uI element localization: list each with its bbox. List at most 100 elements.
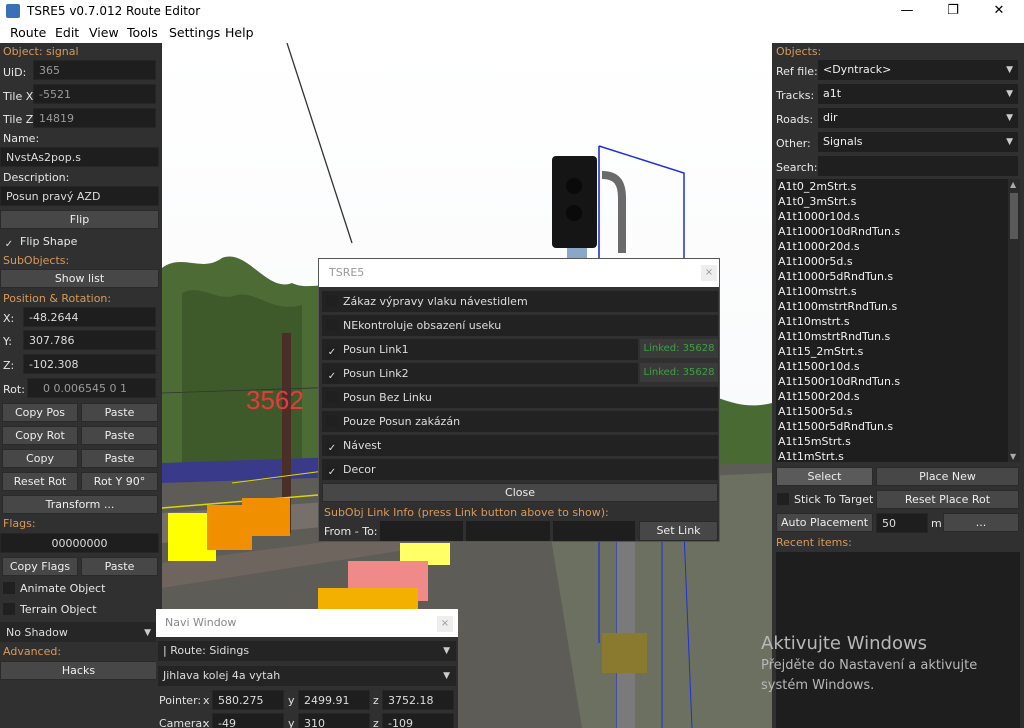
link2-button[interactable]: Linked: 35628 <box>640 363 718 382</box>
signal-flag-row[interactable]: ✓ Návest <box>322 435 718 456</box>
flip-shape-checkbox[interactable]: ✓ Flip Shape <box>3 235 78 251</box>
signal-flag-row[interactable]: ✓ Decor <box>322 459 718 480</box>
uid-field[interactable]: 365 <box>33 60 156 80</box>
transform-button[interactable]: Transform ... <box>2 495 158 514</box>
scroll-down-icon[interactable]: ▼ <box>1010 452 1016 461</box>
from-field[interactable] <box>380 521 463 541</box>
track-select[interactable]: Jihlava kolej 4a vytah ▼ <box>158 666 456 686</box>
list-item[interactable]: A1t1500r5d.s <box>778 405 853 418</box>
position-z-field[interactable]: -102.308 <box>23 354 156 374</box>
checkbox-icon: ✓ <box>326 443 338 455</box>
roads-select[interactable]: dir ▼ <box>818 108 1018 128</box>
copy-pos-rot-button[interactable]: Copy Pos+Rot <box>2 449 78 483</box>
tilex-field[interactable]: -5521 <box>33 84 156 104</box>
pointer-z-field[interactable]: 3752.18 <box>382 690 454 710</box>
copy-rot-button[interactable]: Copy Rot <box>2 426 78 445</box>
description-field[interactable]: Posun pravý AZD <box>0 186 159 206</box>
reset-place-rot-button[interactable]: Reset Place Rot <box>876 490 1019 509</box>
select-button[interactable]: Select <box>776 467 873 486</box>
auto-placement-distance[interactable]: 50 <box>876 513 928 533</box>
signal-flag-row[interactable]: Pouze Posun zakázán <box>322 411 718 432</box>
menu-tools[interactable]: Tools <box>127 25 158 40</box>
position-x-field[interactable]: -48.2644 <box>23 307 156 327</box>
signal-flag-row[interactable]: Zákaz výpravy vlaku návestidlem <box>322 291 718 312</box>
menu-view[interactable]: View <box>89 25 119 40</box>
link1-button[interactable]: Linked: 35628 <box>640 339 718 358</box>
list-item[interactable]: A1t0_3mStrt.s <box>778 195 856 208</box>
rot-y-90-button[interactable]: Rot Y 90° <box>81 472 158 491</box>
tilez-field[interactable]: 14819 <box>33 108 156 128</box>
name-field[interactable]: NvstAs2pop.s <box>0 147 159 167</box>
list-scrollbar[interactable]: ▲ ▼ <box>1008 179 1020 462</box>
reset-rot-button[interactable]: Reset Rot <box>2 472 78 491</box>
copy-flags-button[interactable]: Copy Flags <box>2 557 78 576</box>
list-item[interactable]: A1t1500r10d.s <box>778 360 860 373</box>
terrain-object-checkbox[interactable]: Terrain Object <box>3 603 97 616</box>
check-icon: ✓ <box>4 239 14 250</box>
object-list[interactable]: A1t0_2mStrt.s A1t0_3mStrt.s A1t1000r10d.… <box>776 179 1020 462</box>
search-input[interactable] <box>818 156 1018 176</box>
paste-flags-button[interactable]: Paste <box>81 557 158 576</box>
maximize-button[interactable]: ❐ <box>930 0 976 23</box>
to-field[interactable] <box>466 521 550 541</box>
scroll-thumb[interactable] <box>1010 193 1018 239</box>
menu-route[interactable]: Route <box>10 25 46 40</box>
shadow-select[interactable]: No Shadow ▼ <box>0 622 157 642</box>
place-new-button[interactable]: Place New <box>876 467 1019 486</box>
signal-flag-row[interactable]: Posun Bez Linku <box>322 387 718 408</box>
rotation-field[interactable]: 0 0.006545 0 1 <box>27 378 156 398</box>
signal-flag-row[interactable]: NEkontroluje obsazení useku <box>322 315 718 336</box>
signal-flag-row[interactable]: ✓ Posun Link1 <box>322 339 638 360</box>
other-select[interactable]: Signals ▼ <box>818 132 1018 152</box>
list-item[interactable]: A1t15_2mStrt.s <box>778 345 863 358</box>
auto-placement-button[interactable]: Auto Placement <box>776 513 873 532</box>
show-list-button[interactable]: Show list <box>0 269 159 288</box>
link-field[interactable] <box>553 521 635 541</box>
flip-button[interactable]: Flip <box>0 210 159 229</box>
more-options-button[interactable]: ... <box>943 513 1019 532</box>
ref-file-select[interactable]: <Dyntrack> ▼ <box>818 60 1018 80</box>
list-item[interactable]: A1t1000r20d.s <box>778 240 860 253</box>
menu-help[interactable]: Help <box>225 25 254 40</box>
signal-flag-row[interactable]: ✓ Posun Link2 <box>322 363 638 384</box>
list-item[interactable]: A1t1000r5dRndTun.s <box>778 270 893 283</box>
list-item[interactable]: A1t15mStrt.s <box>778 435 851 448</box>
list-item[interactable]: A1t1000r10d.s <box>778 210 860 223</box>
dialog-close-button[interactable]: Close <box>322 483 718 502</box>
list-item[interactable]: A1t100mstrtRndTun.s <box>778 300 897 313</box>
menu-settings[interactable]: Settings <box>169 25 220 40</box>
stick-to-target-checkbox[interactable]: Stick To Target <box>777 493 873 506</box>
tracks-select[interactable]: a1t ▼ <box>818 84 1018 104</box>
flags-field[interactable]: 00000000 <box>0 533 159 553</box>
copy-pos-button[interactable]: Copy Pos <box>2 403 78 422</box>
position-y-field[interactable]: 307.786 <box>23 330 156 350</box>
route-select[interactable]: | Route: Sidings ▼ <box>158 641 456 661</box>
list-item[interactable]: A1t0_2mStrt.s <box>778 180 856 193</box>
menu-edit[interactable]: Edit <box>55 25 79 40</box>
list-item[interactable]: A1t1000r5d.s <box>778 255 853 268</box>
scroll-up-icon[interactable]: ▲ <box>1010 180 1016 189</box>
camera-z-field[interactable]: -109 <box>382 713 454 728</box>
pointer-y-field[interactable]: 2499.91 <box>298 690 370 710</box>
minimize-button[interactable]: — <box>884 0 930 23</box>
list-item[interactable]: A1t1500r10dRndTun.s <box>778 375 900 388</box>
list-item[interactable]: A1t10mstrtRndTun.s <box>778 330 890 343</box>
list-item[interactable]: A1t1500r5dRndTun.s <box>778 420 893 433</box>
pointer-x-field[interactable]: 580.275 <box>212 690 284 710</box>
paste-pos-button[interactable]: Paste <box>81 403 158 422</box>
paste-pos-rot-button[interactable]: Paste <box>81 449 158 468</box>
animate-object-checkbox[interactable]: Animate Object <box>3 582 105 595</box>
navi-close-icon[interactable]: × <box>437 616 453 632</box>
hacks-button[interactable]: Hacks <box>0 661 157 680</box>
dialog-close-icon[interactable]: × <box>701 265 717 281</box>
list-item[interactable]: A1t10mstrt.s <box>778 315 850 328</box>
list-item[interactable]: A1t1mStrt.s <box>778 450 844 462</box>
camera-y-field[interactable]: 310 <box>298 713 370 728</box>
list-item[interactable]: A1t1000r10dRndTun.s <box>778 225 900 238</box>
set-link-button[interactable]: Set Link <box>639 521 718 541</box>
list-item[interactable]: A1t100mstrt.s <box>778 285 857 298</box>
close-window-button[interactable]: ✕ <box>976 0 1022 23</box>
list-item[interactable]: A1t1500r20d.s <box>778 390 860 403</box>
paste-rot-button[interactable]: Paste <box>81 426 158 445</box>
camera-x-field[interactable]: -49 <box>212 713 284 728</box>
